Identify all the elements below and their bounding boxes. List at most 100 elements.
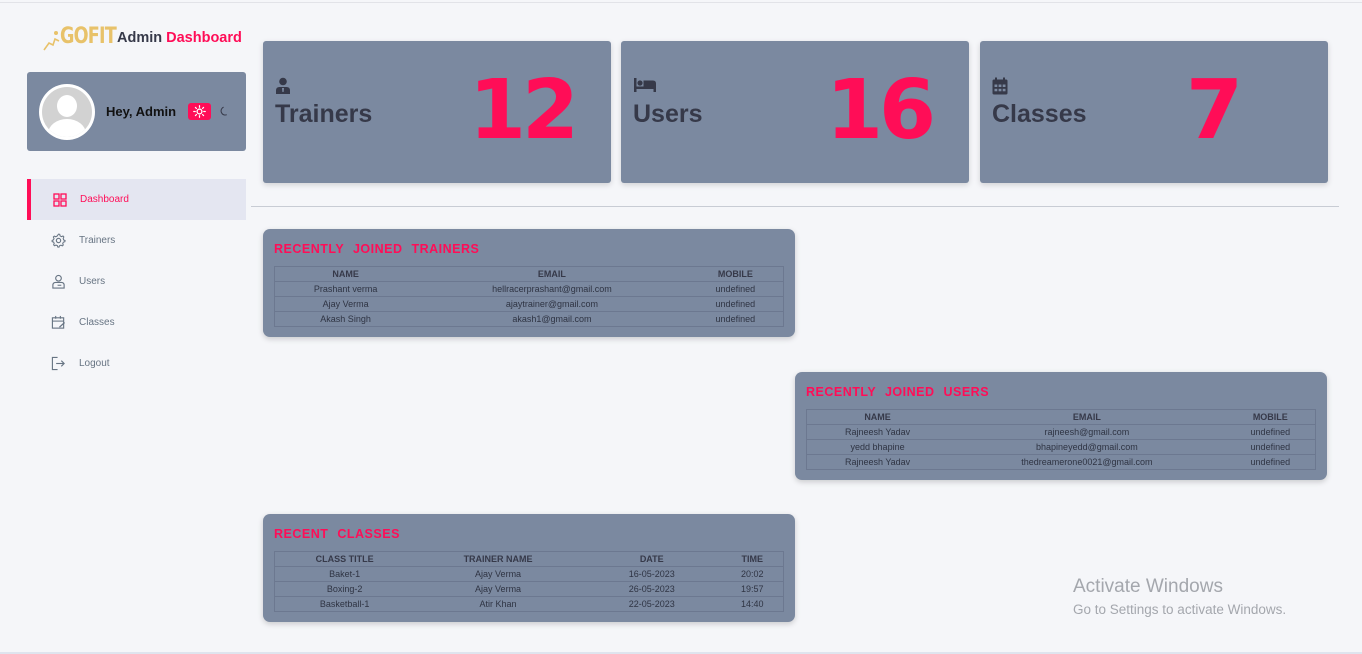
stat-value: 12: [469, 63, 579, 158]
stat-value: 16: [826, 63, 936, 158]
table-cell: rajneesh@gmail.com: [948, 424, 1226, 440]
column-header: MOBILE: [687, 266, 784, 282]
calendar-icon: [51, 315, 66, 329]
sidebar-item-trainers[interactable]: Trainers: [27, 220, 246, 261]
table-cell: Boxing-2: [274, 581, 415, 597]
table-row[interactable]: Rajneesh Yadav rajneesh@gmail.com undefi…: [806, 424, 1316, 440]
logout-icon: [51, 356, 65, 371]
user-icon: [52, 274, 65, 289]
page-title: Admin Dashboard: [117, 30, 242, 46]
table-cell: undefined: [687, 281, 784, 297]
table-cell: 14:40: [721, 596, 784, 612]
panel-title: RECENTLY JOINED USERS: [806, 385, 990, 399]
table-cell: undefined: [1225, 454, 1316, 470]
table-row[interactable]: Boxing-2 Ajay Verma 26-05-2023 19:57: [274, 581, 784, 597]
table-row[interactable]: Ajay Verma ajaytrainer@gmail.com undefin…: [274, 296, 784, 312]
gofit-logo: GOFIT: [40, 22, 117, 54]
table-cell: hellracerprashant@gmail.com: [416, 281, 688, 297]
gear-icon: [51, 233, 66, 248]
sidebar-item-label: Classes: [79, 317, 115, 328]
table-cell: Rajneesh Yadav: [806, 424, 949, 440]
table-cell: 22-05-2023: [581, 596, 722, 612]
column-header: DATE: [581, 551, 722, 567]
table-cell: 16-05-2023: [581, 566, 722, 582]
table-cell: akash1@gmail.com: [416, 311, 688, 327]
column-header: TIME: [721, 551, 784, 567]
table-header-row: NAME EMAIL MOBILE: [274, 266, 784, 282]
column-header: EMAIL: [948, 409, 1226, 425]
table-cell: undefined: [687, 311, 784, 327]
sidebar-item-classes[interactable]: Classes: [27, 302, 246, 343]
table-cell: Akash Singh: [274, 311, 417, 327]
table-cell: yedd bhapine: [806, 439, 949, 455]
table-row[interactable]: Rajneesh Yadav thedreamerone0021@gmail.c…: [806, 454, 1316, 470]
column-header: NAME: [806, 409, 949, 425]
sun-icon[interactable]: [188, 103, 212, 120]
watermark-subtitle: Go to Settings to activate Windows.: [1073, 602, 1287, 617]
column-header: CLASS TITLE: [274, 551, 415, 567]
watermark-title: Activate Windows: [1073, 576, 1223, 597]
table-cell: Rajneesh Yadav: [806, 454, 949, 470]
greeting-text: Hey, Admin: [106, 104, 177, 119]
section-divider: [251, 206, 1339, 207]
table-cell: Baket-1: [274, 566, 415, 582]
table-cell: undefined: [687, 296, 784, 312]
stat-card-users[interactable]: Users 16: [621, 41, 969, 183]
profile-card: Hey, Admin: [27, 72, 246, 151]
classes-table: CLASS TITLE TRAINER NAME DATE TIME Baket…: [274, 551, 784, 612]
panel-title: RECENT CLASSES: [274, 527, 400, 541]
user-tie-icon: [276, 77, 290, 94]
column-header: TRAINER NAME: [414, 551, 582, 567]
table-cell: bhapineyedd@gmail.com: [948, 439, 1226, 455]
column-header: NAME: [274, 266, 417, 282]
sidebar-item-dashboard[interactable]: Dashboard: [27, 179, 246, 220]
sidebar-item-users[interactable]: Users: [27, 261, 246, 302]
stat-card-trainers[interactable]: Trainers 12: [263, 41, 611, 183]
table-cell: Ajay Verma: [274, 296, 417, 312]
sidebar-item-label: Trainers: [79, 235, 116, 246]
column-header: MOBILE: [1225, 409, 1316, 425]
stat-label: Classes: [992, 100, 1087, 128]
stat-value: 7: [1186, 63, 1243, 158]
sidebar-item-logout[interactable]: Logout: [27, 343, 246, 384]
users-table: NAME EMAIL MOBILE Rajneesh Yadav rajnees…: [806, 409, 1316, 470]
recent-trainers-panel: RECENTLY JOINED TRAINERS NAME EMAIL MOBI…: [263, 229, 795, 337]
table-cell: Ajay Verma: [414, 581, 582, 597]
table-cell: 26-05-2023: [581, 581, 722, 597]
table-row[interactable]: Baket-1 Ajay Verma 16-05-2023 20:02: [274, 566, 784, 582]
avatar[interactable]: [39, 83, 95, 140]
table-header-row: NAME EMAIL MOBILE: [806, 409, 1316, 425]
sidebar-item-label: Users: [79, 276, 106, 287]
column-header: EMAIL: [416, 266, 688, 282]
stat-label: Trainers: [275, 100, 373, 128]
table-cell: Basketball-1: [274, 596, 415, 612]
table-cell: ajaytrainer@gmail.com: [416, 296, 688, 312]
table-row[interactable]: yedd bhapine bhapineyedd@gmail.com undef…: [806, 439, 1316, 455]
grid-icon: [53, 192, 67, 207]
theme-toggle[interactable]: [188, 103, 232, 120]
table-cell: 20:02: [721, 566, 784, 582]
runner-icon: [43, 31, 60, 51]
table-header-row: CLASS TITLE TRAINER NAME DATE TIME: [274, 551, 784, 567]
table-cell: 19:57: [721, 581, 784, 597]
moon-icon[interactable]: [216, 104, 232, 120]
trainers-table: NAME EMAIL MOBILE Prashant verma hellrac…: [274, 266, 784, 327]
top-border: [0, 2, 1362, 3]
calendar-icon: [992, 77, 1008, 95]
table-cell: Atir Khan: [414, 596, 582, 612]
table-cell: thedreamerone0021@gmail.com: [948, 454, 1226, 470]
sidebar-item-label: Dashboard: [80, 194, 129, 205]
bed-icon: [634, 78, 656, 92]
table-row[interactable]: Akash Singh akash1@gmail.com undefined: [274, 311, 784, 327]
stat-card-classes[interactable]: Classes 7: [980, 41, 1328, 183]
logo-text: GOFIT: [60, 24, 117, 49]
windows-activation-watermark: Activate Windows Go to Settings to activ…: [1073, 576, 1286, 617]
table-row[interactable]: Basketball-1 Atir Khan 22-05-2023 14:40: [274, 596, 784, 612]
table-cell: Prashant verma: [274, 281, 417, 297]
recent-users-panel: RECENTLY JOINED USERS NAME EMAIL MOBILE …: [795, 372, 1327, 480]
avatar-placeholder-icon: [42, 86, 92, 137]
table-cell: undefined: [1225, 424, 1316, 440]
sidebar-item-label: Logout: [79, 358, 110, 369]
table-row[interactable]: Prashant verma hellracerprashant@gmail.c…: [274, 281, 784, 297]
panel-title: RECENTLY JOINED TRAINERS: [274, 242, 480, 256]
